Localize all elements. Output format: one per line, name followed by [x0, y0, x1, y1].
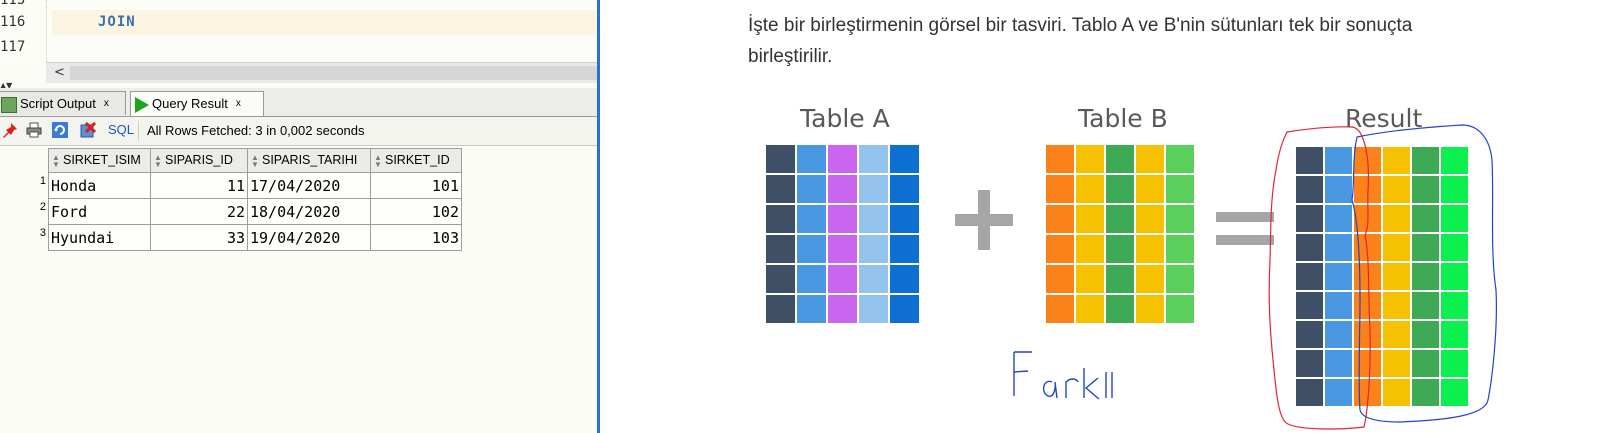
tab-query-result[interactable]: Query Result x [130, 91, 264, 116]
sort-icon: ▲ ▼ [374, 152, 382, 169]
close-icon[interactable]: x [104, 98, 109, 109]
line-gutter: 115 116 117 [0, 0, 47, 62]
refresh-icon[interactable] [52, 122, 68, 138]
cell-sirket-id[interactable]: 103 [370, 224, 462, 251]
tab-label: Script Output [20, 96, 96, 111]
play-icon [135, 96, 149, 113]
blue-outline-annotation [1351, 124, 1497, 423]
article-pane: İşte bir birleştirmenin görsel bir tasvi… [600, 0, 1609, 433]
row-number: 3 [39, 226, 46, 239]
cell-siparis-id[interactable]: 22 [150, 198, 248, 225]
editor-horizontal-scrollbar[interactable]: < [46, 62, 598, 83]
handwritten-farkli [1013, 351, 1113, 400]
query-result-grid: ▲ ▼ SIRKET_ISIM ▲ ▼ SIPARIS_ID ▲ ▼ SIPARIS_TAR… [0, 148, 462, 251]
column-header-sirket-isim[interactable]: ▲ ▼ SIRKET_ISIM [48, 148, 151, 173]
row-number: 1 [39, 174, 46, 187]
cell-sirket-isim[interactable]: Ford [48, 198, 151, 225]
sql-button[interactable]: SQL [108, 122, 134, 137]
scroll-left-arrow-icon[interactable]: < [54, 63, 65, 83]
cell-sirket-isim[interactable]: Honda [48, 172, 151, 199]
grid-header-row: ▲ ▼ SIRKET_ISIM ▲ ▼ SIPARIS_ID ▲ ▼ SIPARIS_TAR… [0, 148, 462, 173]
cell-siparis-tarihi[interactable]: 19/04/2020 [247, 224, 371, 251]
sort-icon: ▲ ▼ [251, 152, 259, 169]
sort-icon: ▲ ▼ [154, 152, 162, 169]
line-number: 115 [0, 0, 26, 8]
cell-sirket-id[interactable]: 102 [370, 198, 462, 225]
cell-siparis-id[interactable]: 33 [150, 224, 248, 251]
close-icon[interactable]: x [236, 98, 241, 109]
output-tab-bar: Script Output x Query Result x [0, 88, 598, 117]
cell-sirket-id[interactable]: 101 [370, 172, 462, 199]
line-number: 116 [0, 14, 26, 30]
column-header-siparis-tarihi[interactable]: ▲ ▼ SIPARIS_TARIHI [247, 148, 371, 173]
sql-keyword-join[interactable]: JOIN [98, 14, 136, 30]
tab-label: Query Result [152, 96, 228, 111]
print-icon[interactable] [26, 122, 42, 138]
sort-icon: ▲ ▼ [52, 152, 60, 169]
sql-developer-pane: 115 116 117 JOIN < ▲▼ Script Output x Que… [0, 0, 598, 433]
cell-siparis-id[interactable]: 11 [150, 172, 248, 199]
script-output-icon [1, 96, 17, 113]
row-number-header [0, 149, 49, 173]
cell-siparis-tarihi[interactable]: 18/04/2020 [247, 198, 371, 225]
cell-siparis-tarihi[interactable]: 17/04/2020 [247, 172, 371, 199]
result-toolbar: SQL All Rows Fetched: 3 in 0,002 seconds [0, 117, 598, 146]
row-number: 2 [39, 200, 46, 213]
red-outline-annotation [1268, 126, 1371, 430]
handwritten-annotations [1013, 124, 1497, 430]
pin-icon[interactable] [2, 122, 18, 138]
sql-editor[interactable]: 115 116 117 JOIN [0, 0, 598, 62]
table-row[interactable]: 1 Honda 11 17/04/2020 101 [0, 172, 462, 199]
delete-sql-icon[interactable] [80, 122, 96, 138]
scrollbar-thumb[interactable] [70, 66, 598, 80]
column-header-siparis-id[interactable]: ▲ ▼ SIPARIS_ID [150, 148, 248, 173]
tab-script-output[interactable]: Script Output x [0, 91, 126, 115]
cell-sirket-isim[interactable]: Hyundai [48, 224, 151, 251]
toolbar-separator [138, 121, 139, 141]
column-header-sirket-id[interactable]: ▲ ▼ SIRKET_ID [370, 148, 462, 173]
fetch-status: All Rows Fetched: 3 in 0,002 seconds [147, 123, 365, 138]
table-row[interactable]: 3 Hyundai 33 19/04/2020 103 [0, 224, 462, 251]
line-number: 117 [0, 39, 26, 55]
table-row[interactable]: 2 Ford 22 18/04/2020 102 [0, 198, 462, 225]
